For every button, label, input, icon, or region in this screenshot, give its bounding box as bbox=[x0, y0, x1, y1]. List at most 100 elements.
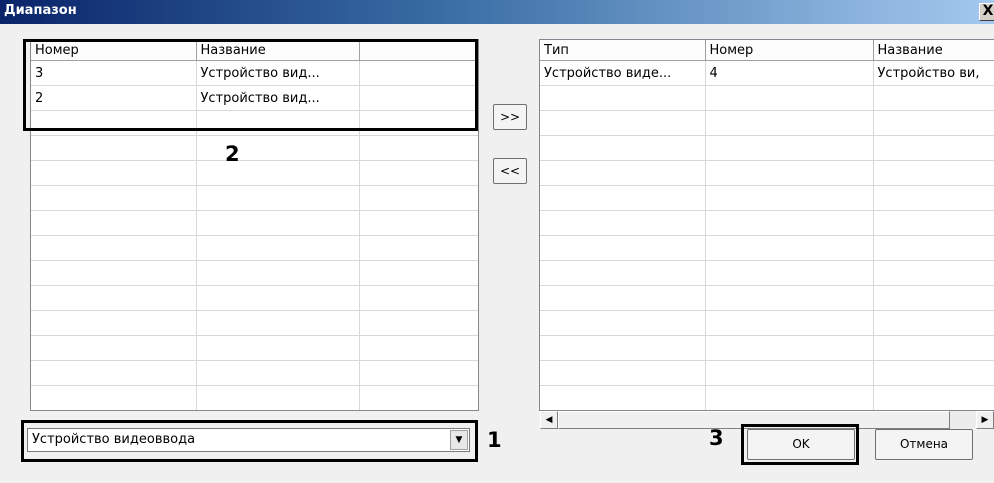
table-cell bbox=[540, 285, 706, 311]
column-header-extra[interactable] bbox=[359, 40, 478, 61]
table-cell bbox=[705, 335, 874, 361]
table-cell bbox=[359, 411, 478, 412]
table-row[interactable]: 3 Устройство вид... bbox=[31, 60, 478, 86]
empty-row[interactable] bbox=[540, 360, 994, 386]
empty-row[interactable] bbox=[31, 235, 478, 261]
table-cell bbox=[196, 210, 360, 236]
cancel-button[interactable]: Отмена bbox=[875, 429, 973, 460]
table-cell bbox=[31, 260, 197, 286]
table-cell bbox=[31, 110, 197, 136]
table-cell bbox=[873, 135, 994, 161]
empty-row[interactable] bbox=[540, 110, 994, 136]
selected-devices-table[interactable]: Тип Номер Название Устройство виде... 4 Ус… bbox=[539, 39, 994, 411]
table-cell bbox=[873, 235, 994, 261]
table-row[interactable]: Устройство виде... 4 Устройство ви, bbox=[540, 60, 994, 86]
dialog-body: Номер Название 3 Устройство вид... 2 Устрой… bbox=[0, 24, 994, 483]
empty-row[interactable] bbox=[540, 235, 994, 261]
column-header-number[interactable]: Номер bbox=[705, 40, 874, 61]
empty-row[interactable] bbox=[540, 335, 994, 361]
table-cell bbox=[873, 185, 994, 211]
title-bar[interactable]: Диапазон bbox=[0, 0, 994, 24]
empty-row[interactable] bbox=[31, 210, 478, 236]
table-cell bbox=[359, 210, 478, 236]
move-right-button[interactable]: >> bbox=[493, 104, 527, 130]
table-cell bbox=[873, 160, 994, 186]
table-cell bbox=[196, 235, 360, 261]
table-cell: 2 bbox=[31, 85, 197, 111]
empty-row[interactable] bbox=[31, 335, 478, 361]
move-left-button[interactable]: << bbox=[493, 158, 527, 184]
table-cell bbox=[31, 160, 197, 186]
available-devices-table[interactable]: Номер Название 3 Устройство вид... 2 Устрой… bbox=[30, 39, 479, 411]
column-header-type[interactable]: Тип bbox=[540, 40, 706, 61]
table-cell bbox=[31, 135, 197, 161]
table-cell bbox=[359, 335, 478, 361]
empty-row[interactable] bbox=[540, 260, 994, 286]
empty-row[interactable] bbox=[31, 135, 478, 161]
table-cell bbox=[359, 85, 478, 111]
close-button[interactable]: X bbox=[979, 3, 994, 21]
table-cell bbox=[196, 360, 360, 386]
table-cell bbox=[540, 260, 706, 286]
column-header-number[interactable]: Номер bbox=[31, 40, 197, 61]
table-cell bbox=[705, 85, 874, 111]
empty-row[interactable] bbox=[31, 110, 478, 136]
table-cell bbox=[359, 135, 478, 161]
scroll-thumb[interactable] bbox=[558, 411, 950, 429]
table-cell bbox=[705, 210, 874, 236]
table-cell bbox=[31, 185, 197, 211]
empty-row[interactable] bbox=[540, 210, 994, 236]
empty-row[interactable] bbox=[31, 285, 478, 311]
table-cell bbox=[196, 310, 360, 336]
empty-row[interactable] bbox=[31, 385, 478, 410]
empty-row[interactable] bbox=[540, 310, 994, 336]
table-cell bbox=[540, 160, 706, 186]
table-cell bbox=[359, 310, 478, 336]
empty-row[interactable] bbox=[31, 185, 478, 211]
empty-row[interactable] bbox=[540, 385, 994, 410]
table-cell bbox=[873, 335, 994, 361]
table-cell bbox=[196, 260, 360, 286]
table-cell bbox=[873, 310, 994, 336]
table-cell bbox=[359, 260, 478, 286]
empty-row[interactable] bbox=[31, 260, 478, 286]
table-cell: Устройство вид... bbox=[196, 60, 360, 86]
empty-row[interactable] bbox=[540, 185, 994, 211]
table-cell bbox=[359, 110, 478, 136]
table-cell bbox=[705, 135, 874, 161]
empty-row[interactable] bbox=[540, 135, 994, 161]
table-cell bbox=[705, 185, 874, 211]
device-type-select[interactable]: Устройство видеоввода ▼ bbox=[27, 428, 470, 452]
column-header-name[interactable]: Название bbox=[196, 40, 360, 61]
table-cell bbox=[31, 360, 197, 386]
table-cell bbox=[359, 285, 478, 311]
table-cell: Устройство ви, bbox=[873, 60, 994, 86]
empty-row[interactable] bbox=[540, 160, 994, 186]
table-cell bbox=[31, 235, 197, 261]
scroll-left-icon[interactable]: ◀ bbox=[540, 411, 558, 429]
empty-row[interactable] bbox=[31, 160, 478, 186]
table-cell bbox=[540, 110, 706, 136]
scroll-right-icon[interactable]: ▶ bbox=[976, 411, 994, 429]
table-cell bbox=[705, 235, 874, 261]
table-cell bbox=[31, 411, 196, 412]
empty-row[interactable] bbox=[31, 310, 478, 336]
horizontal-scrollbar[interactable]: ◀ ▶ bbox=[540, 411, 994, 429]
table-cell bbox=[873, 285, 994, 311]
column-header-name[interactable]: Название bbox=[873, 40, 994, 61]
table-cell bbox=[196, 335, 360, 361]
table-cell bbox=[873, 210, 994, 236]
empty-row[interactable] bbox=[31, 411, 478, 412]
empty-row[interactable] bbox=[540, 85, 994, 111]
chevron-down-icon[interactable]: ▼ bbox=[450, 430, 468, 450]
table-row[interactable]: 2 Устройство вид... bbox=[31, 85, 478, 111]
table-cell: Устройство виде... bbox=[540, 60, 706, 86]
table-cell bbox=[359, 235, 478, 261]
table-cell bbox=[359, 360, 478, 386]
empty-row[interactable] bbox=[31, 360, 478, 386]
empty-row[interactable] bbox=[540, 285, 994, 311]
table-cell bbox=[196, 285, 360, 311]
ok-button[interactable]: OK bbox=[747, 429, 855, 460]
table-cell bbox=[31, 285, 197, 311]
table-cell bbox=[873, 110, 994, 136]
